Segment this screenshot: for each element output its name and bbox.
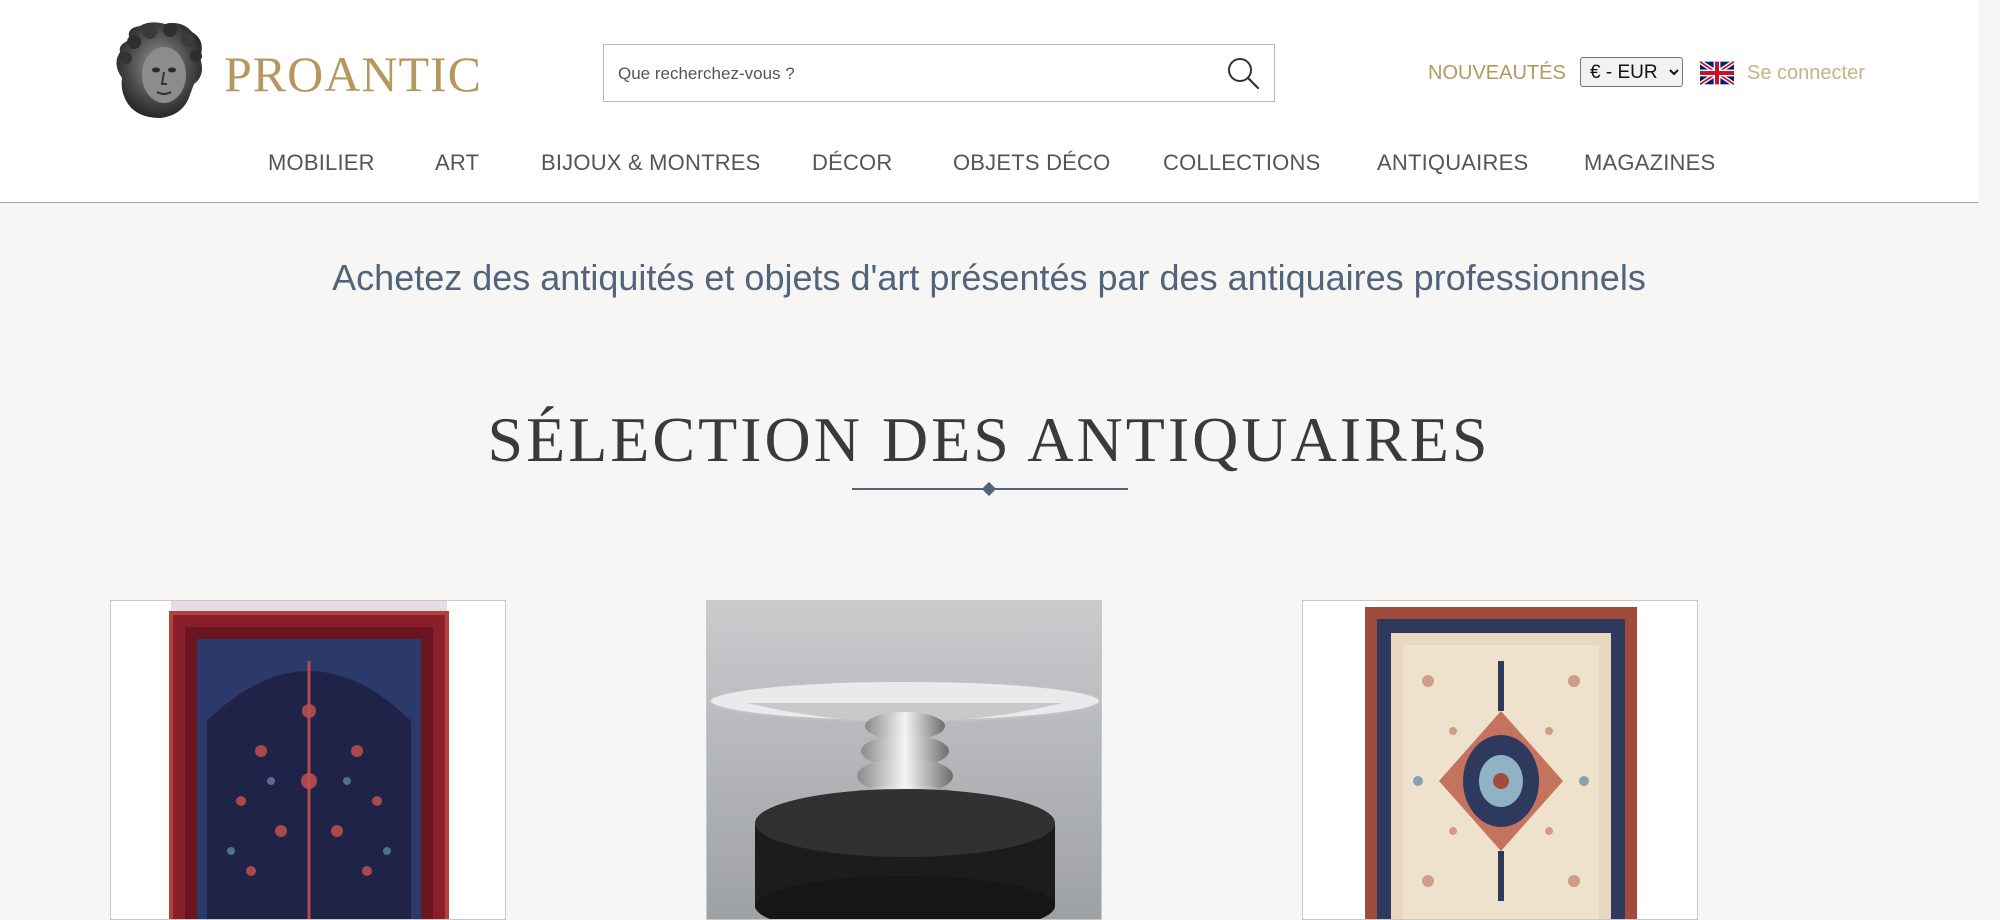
silver-centerpiece-image[interactable] [707, 601, 1102, 920]
product-card[interactable] [110, 600, 506, 920]
site-header: PROANTIC NOUVEAUTÉS € - EUR Se connecter… [0, 0, 1978, 203]
nav-item-decor[interactable]: DÉCOR [812, 145, 892, 181]
login-link[interactable]: Se connecter [1747, 58, 1865, 88]
nav-item-bijoux-montres[interactable]: BIJOUX & MONTRES [541, 145, 761, 181]
search-icon[interactable] [1226, 56, 1260, 90]
product-card[interactable] [1302, 600, 1698, 920]
currency-select[interactable]: € - EUR [1580, 57, 1683, 87]
nav-item-art[interactable]: ART [435, 145, 479, 181]
tagline: Achetez des antiquités et objets d'art p… [332, 257, 1646, 298]
logo-text[interactable]: PROANTIC [224, 44, 482, 104]
uk-flag-icon[interactable] [1700, 61, 1734, 85]
nav-item-objets-deco[interactable]: OBJETS DÉCO [953, 145, 1110, 181]
search-box [603, 44, 1275, 103]
search-input[interactable] [616, 45, 1210, 103]
red-prayer-rug-image[interactable] [111, 601, 506, 920]
logo-bust-icon[interactable] [110, 20, 208, 122]
light-medallion-rug-image[interactable] [1303, 601, 1698, 920]
section-title: SÉLECTION DES ANTIQUAIRES [487, 404, 1491, 475]
nav-item-magazines[interactable]: MAGAZINES [1584, 145, 1715, 181]
nav-item-antiquaires[interactable]: ANTIQUAIRES [1377, 145, 1528, 181]
title-divider-diamond [981, 481, 997, 497]
nouveautes-link[interactable]: NOUVEAUTÉS [1428, 58, 1566, 88]
nav-item-mobilier[interactable]: MOBILIER [268, 145, 375, 181]
main-nav: MOBILIER ART BIJOUX & MONTRES DÉCOR OBJE… [0, 145, 1978, 181]
nav-item-collections[interactable]: COLLECTIONS [1163, 145, 1320, 181]
product-card[interactable] [706, 600, 1102, 920]
